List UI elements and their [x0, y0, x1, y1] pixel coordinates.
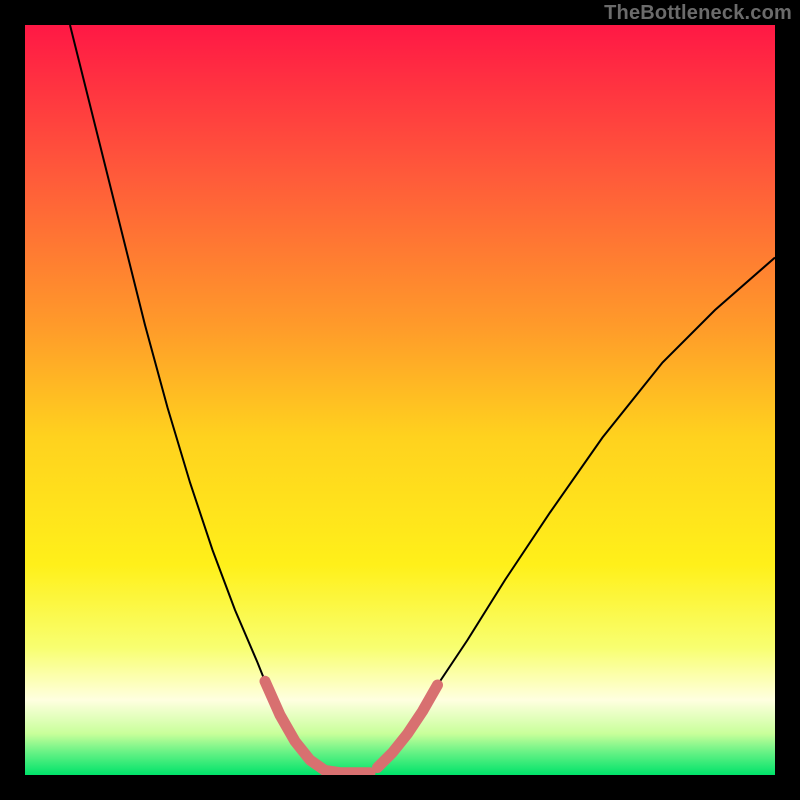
chart-canvas: TheBottleneck.com [0, 0, 800, 800]
plot-background [25, 25, 775, 775]
bottleneck-plot [25, 25, 775, 775]
watermark-text: TheBottleneck.com [604, 2, 792, 25]
